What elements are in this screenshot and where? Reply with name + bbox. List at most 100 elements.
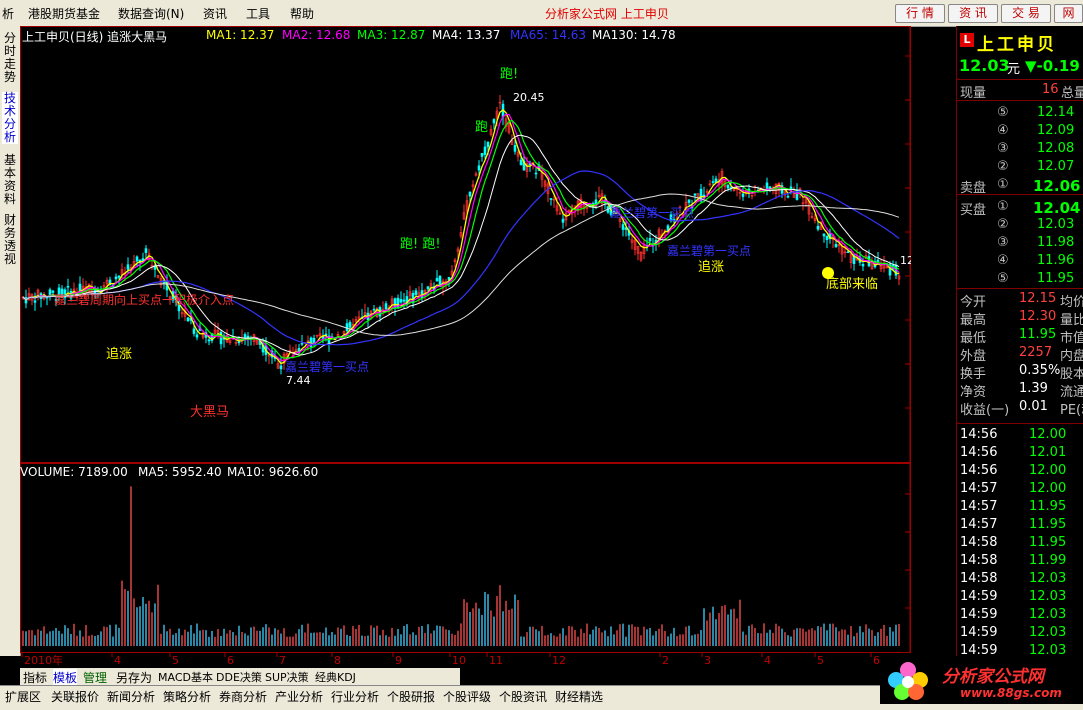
- ma3-label: MA3: 12.87: [357, 28, 426, 42]
- time-tick-label: 10: [452, 654, 466, 667]
- candle-body: [726, 184, 730, 189]
- sell-price: 12.14: [1037, 105, 1075, 120]
- candle-body: [861, 263, 865, 267]
- bb-research[interactable]: 个股研报: [387, 688, 435, 705]
- bb-expand[interactable]: 扩展区: [5, 688, 41, 705]
- tick-row: 14:59 12.03: [957, 624, 1083, 642]
- tab-technical[interactable]: 技术分析: [2, 92, 18, 144]
- total-vol-label: 总量: [1061, 86, 1083, 101]
- menu-item-analysis[interactable]: 析: [2, 5, 14, 22]
- buy-row: ⑤ 11.95: [957, 270, 1083, 288]
- tick-row: 14:57 11.95: [957, 498, 1083, 516]
- candle-body: [834, 244, 838, 248]
- tab-intraday[interactable]: 分时走势: [2, 32, 18, 84]
- candle-body: [195, 334, 199, 338]
- tab-financials[interactable]: 财务透视: [2, 214, 18, 266]
- candle-body: [702, 194, 706, 197]
- margin-badge-icon: L: [960, 33, 974, 47]
- kline-chart[interactable]: 22.0020.0018.0016.0014.0012.0010.008.006…: [20, 26, 911, 668]
- menu-item-data-query[interactable]: 数据查询(N): [118, 5, 184, 22]
- tab-macd[interactable]: MACD基本: [158, 669, 213, 685]
- candle-body: [825, 235, 829, 241]
- sell-level-no: ②: [997, 159, 1009, 174]
- tick-row: 14:57 11.95: [957, 516, 1083, 534]
- buy-point-label: 嘉兰碧第一买点: [285, 360, 369, 374]
- menu-item-hk-futures[interactable]: 港股期货基金: [28, 5, 100, 22]
- candle-body: [480, 153, 484, 157]
- menu-item-help[interactable]: 帮助: [290, 5, 314, 22]
- news-button[interactable]: 资 讯: [948, 4, 998, 23]
- tab-fundamentals[interactable]: 基本资料: [2, 154, 18, 206]
- tick-row: 14:56 12.00: [957, 426, 1083, 444]
- candle-body: [114, 276, 118, 280]
- candle-body: [207, 339, 211, 342]
- price-unit: 元: [1007, 62, 1021, 77]
- candle-body: [126, 264, 130, 270]
- bb-industry-chain[interactable]: 产业分析: [275, 688, 323, 705]
- tick-price: 11.95: [1029, 517, 1067, 532]
- tick-time: 14:57: [960, 481, 998, 496]
- quote-button[interactable]: 行 情: [895, 4, 945, 23]
- bb-finance-pick[interactable]: 财经精选: [555, 688, 603, 705]
- buy-level-no: ③: [997, 235, 1009, 250]
- stat-label: 收益(一): [960, 403, 1010, 418]
- bb-news-analysis[interactable]: 新闻分析: [107, 688, 155, 705]
- bb-sector[interactable]: 行业分析: [331, 688, 379, 705]
- big-black-horse-label: 大黑马: [190, 405, 229, 420]
- high-price-label: 20.45: [513, 91, 545, 104]
- run-label: 跑! 跑!: [400, 237, 441, 252]
- candle-body: [384, 303, 388, 310]
- candle-body: [135, 256, 139, 262]
- tick-time: 14:58: [960, 535, 998, 550]
- candle-body: [243, 334, 247, 339]
- time-tick-label: 6: [227, 654, 234, 667]
- stat-value: 0.01: [1019, 399, 1048, 414]
- tab-dde[interactable]: DDE决策: [216, 669, 262, 685]
- candle-body: [513, 145, 517, 152]
- tab-indicator[interactable]: 指标: [23, 669, 47, 686]
- tick-row: 14:57 12.00: [957, 480, 1083, 498]
- menu-item-news[interactable]: 资讯: [203, 5, 227, 22]
- side-tabs: 分时走势 技术分析 基本资料 财务透视: [0, 26, 21, 656]
- bb-stock-news[interactable]: 个股资讯: [499, 688, 547, 705]
- kline-chart-area[interactable]: 22.0020.0018.0016.0014.0012.0010.008.006…: [20, 26, 911, 667]
- candle-body: [279, 365, 283, 370]
- volume-label: VOLUME: 7189.00: [20, 465, 128, 479]
- time-tick-label: 5: [172, 654, 179, 667]
- tick-row: 14:58 12.03: [957, 570, 1083, 588]
- stat-row: 最低11.95市值: [957, 326, 1083, 346]
- bb-broker[interactable]: 券商分析: [219, 688, 267, 705]
- buy-row: 买盘 ① 12.04: [957, 198, 1083, 218]
- tick-price: 11.95: [1029, 499, 1067, 514]
- tick-time: 14:59: [960, 589, 998, 604]
- tab-kdj[interactable]: 经典KDJ: [315, 669, 356, 685]
- sell-level-no: ③: [997, 141, 1009, 156]
- tab-sup[interactable]: SUP决策: [265, 669, 309, 685]
- tab-template[interactable]: 模板: [53, 669, 78, 686]
- tab-save-as[interactable]: 另存为: [116, 669, 152, 686]
- candle-body: [66, 285, 70, 288]
- now-volume-row: 现量 16 总量: [957, 81, 1083, 101]
- candle-body: [435, 278, 439, 282]
- now-vol-value: 16: [1042, 82, 1059, 97]
- candle-body: [486, 141, 490, 148]
- candle-body: [687, 199, 691, 203]
- bb-rating[interactable]: 个股评级: [443, 688, 491, 705]
- tick-time: 14:58: [960, 571, 998, 586]
- web-button[interactable]: 网: [1054, 4, 1083, 23]
- candle-body: [48, 289, 52, 296]
- bb-strategy[interactable]: 策略分析: [163, 688, 211, 705]
- trade-button[interactable]: 交 易: [1001, 4, 1051, 23]
- tab-manage[interactable]: 管理: [83, 669, 107, 686]
- stat-row: 外盘2257内盘: [957, 344, 1083, 364]
- stock-label: 上工申贝(日线) 追涨大黑马: [22, 30, 168, 44]
- sell-row: ③ 12.08: [957, 140, 1083, 158]
- sell-level-no: ①: [997, 177, 1009, 192]
- bb-related-quote[interactable]: 关联报价: [51, 688, 99, 705]
- buy-row: ④ 11.96: [957, 252, 1083, 270]
- menu-item-tools[interactable]: 工具: [246, 5, 270, 22]
- run-label: 跑!: [500, 67, 518, 82]
- tick-price: 12.01: [1029, 445, 1067, 460]
- stat-row: 净资1.39流通: [957, 380, 1083, 400]
- candle-body: [846, 251, 850, 254]
